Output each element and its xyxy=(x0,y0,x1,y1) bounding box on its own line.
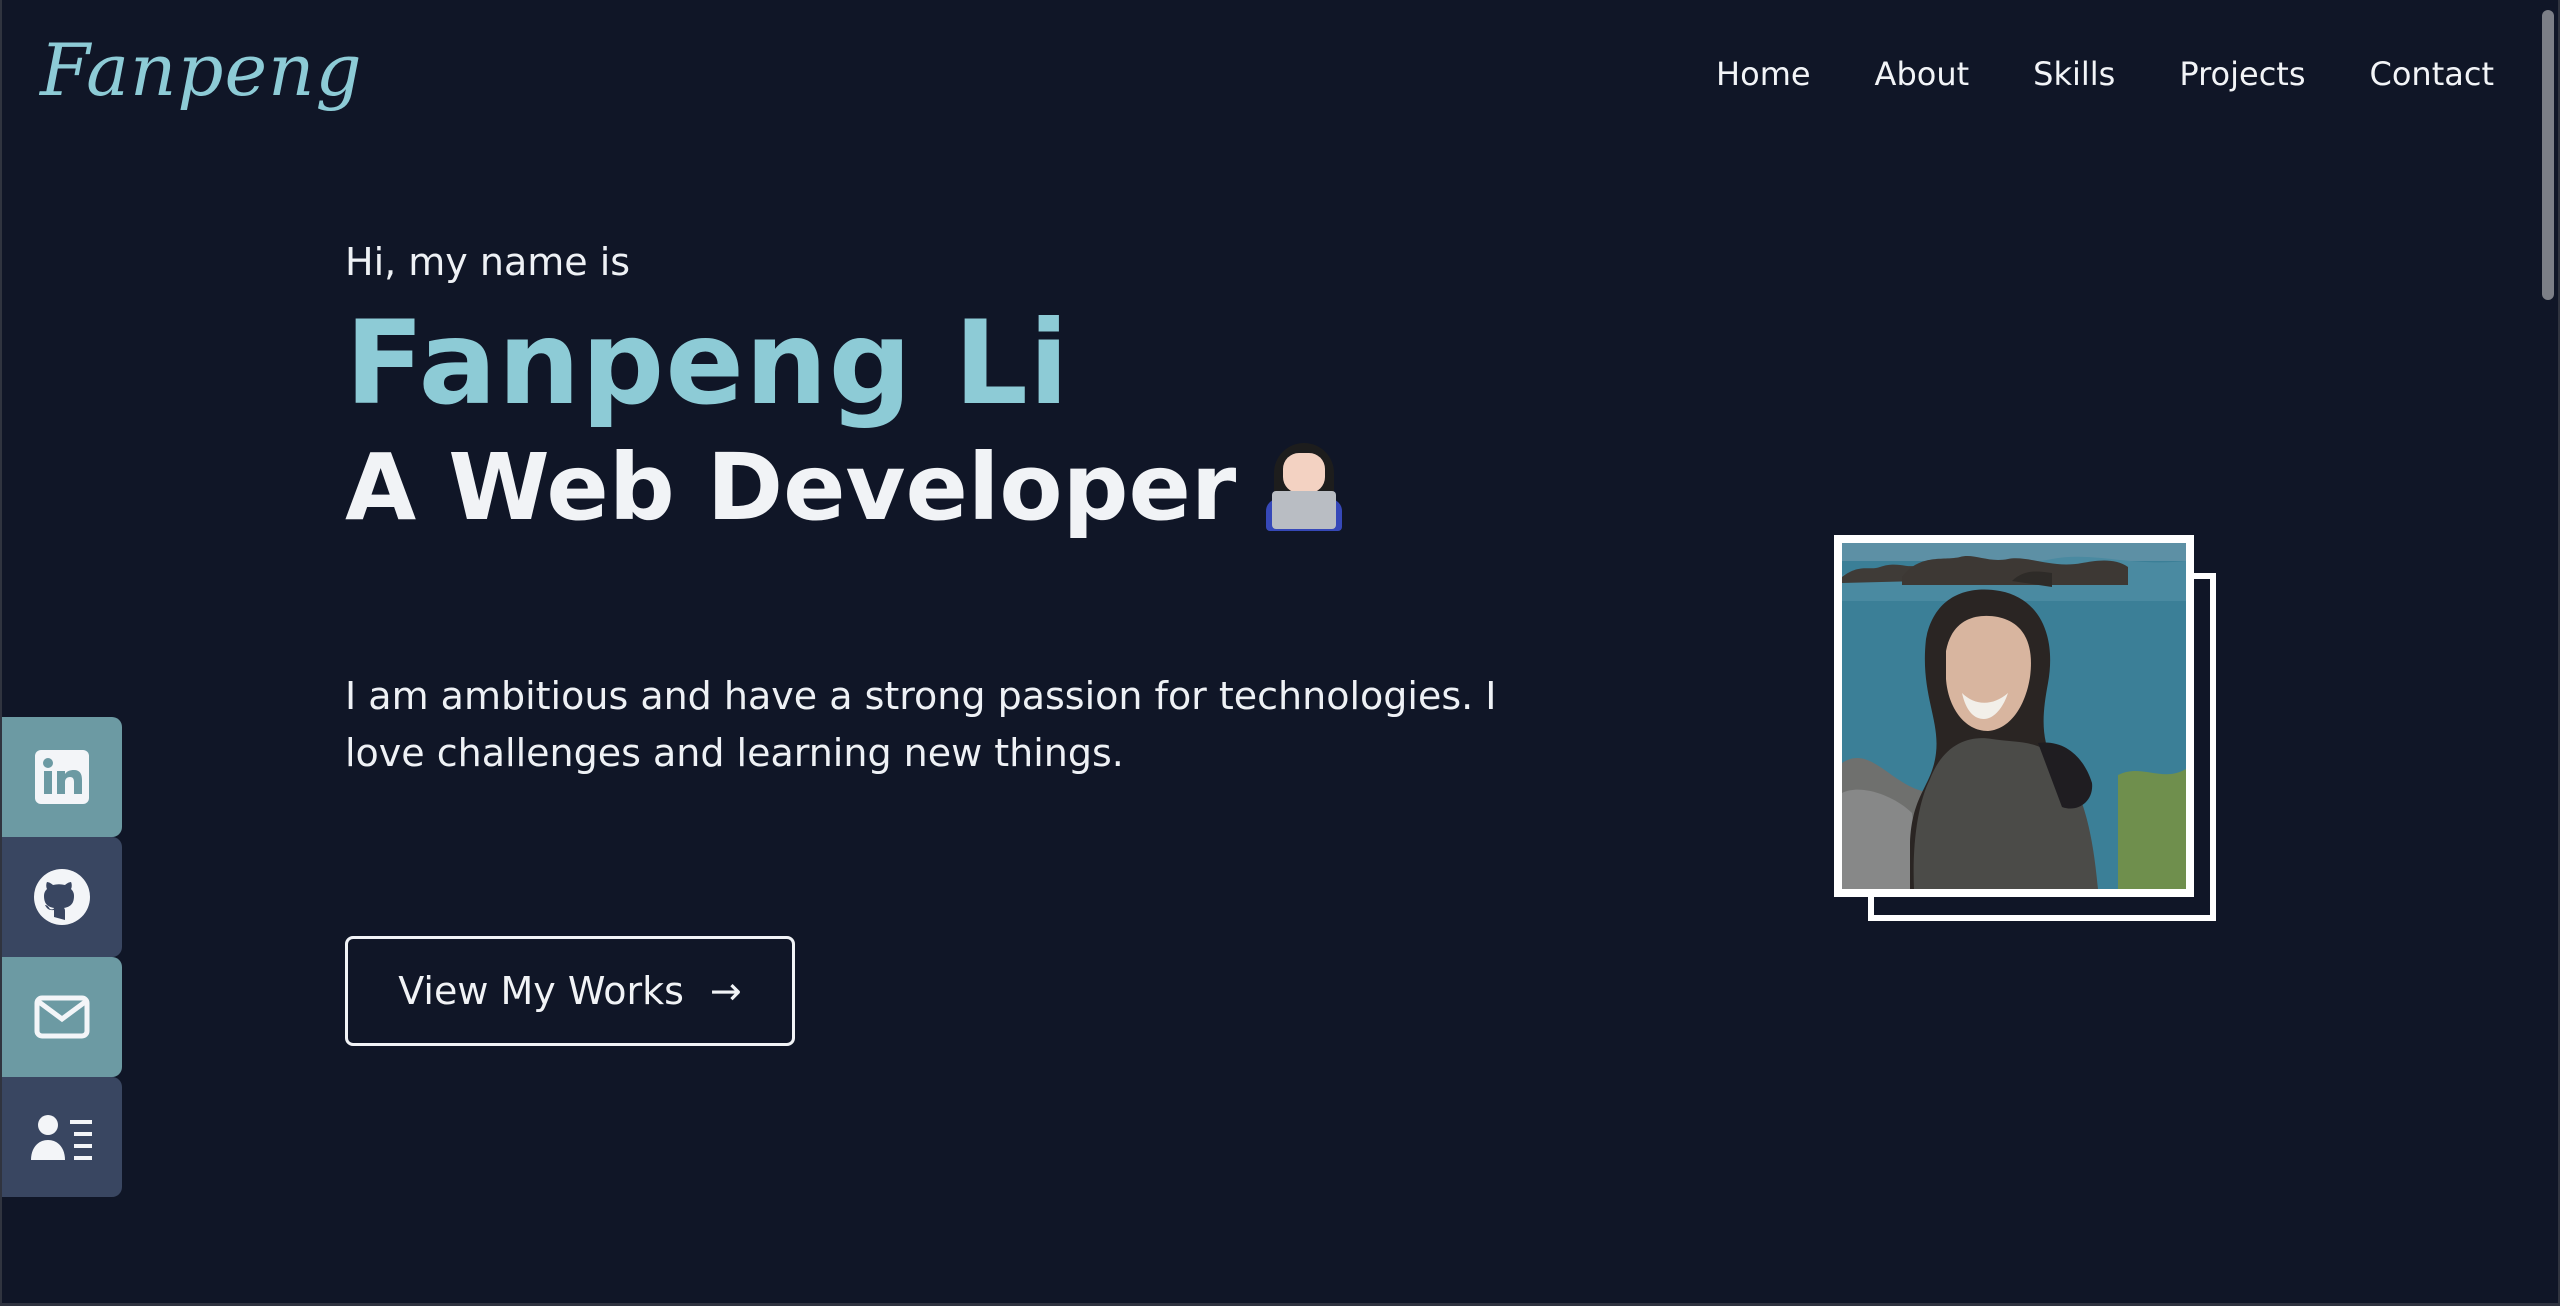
nav-skills[interactable]: Skills xyxy=(2033,55,2115,93)
hero-section: Hi, my name is Fanpeng Li A Web Develope… xyxy=(345,240,1344,534)
contact-card-icon xyxy=(31,1115,92,1160)
nav-contact[interactable]: Contact xyxy=(2370,55,2495,93)
nav-home[interactable]: Home xyxy=(1716,55,1811,93)
email-link[interactable] xyxy=(2,957,122,1077)
hero-role: A Web Developer xyxy=(345,442,1344,534)
page-scrollbar[interactable] xyxy=(2542,10,2554,300)
hero-role-text: A Web Developer xyxy=(345,434,1237,541)
hero-name: Fanpeng Li xyxy=(345,296,1070,431)
hero-description: I am ambitious and have a strong passion… xyxy=(345,674,1497,775)
linkedin-link[interactable] xyxy=(2,717,122,837)
social-links xyxy=(2,717,122,1197)
site-logo[interactable]: Fanpeng xyxy=(40,28,363,112)
page: Fanpeng Home About Skills Projects Conta… xyxy=(0,0,2560,1306)
profile-image xyxy=(1834,535,2194,897)
hero-intro: Hi, my name is xyxy=(345,240,631,284)
nav-about[interactable]: About xyxy=(1875,55,1970,93)
github-icon xyxy=(34,869,90,925)
profile-photo xyxy=(1834,535,2219,921)
view-my-works-label: View My Works xyxy=(398,969,684,1013)
nav-projects[interactable]: Projects xyxy=(2179,55,2305,93)
mail-icon xyxy=(34,995,90,1039)
main-nav: Home About Skills Projects Contact xyxy=(1716,55,2494,93)
github-link[interactable] xyxy=(2,837,122,957)
view-my-works-button[interactable]: View My Works → xyxy=(345,936,795,1046)
resume-link[interactable] xyxy=(2,1077,122,1197)
technologist-emoji-icon xyxy=(1264,443,1344,533)
linkedin-icon xyxy=(35,750,89,804)
arrow-right-icon: → xyxy=(709,969,742,1013)
